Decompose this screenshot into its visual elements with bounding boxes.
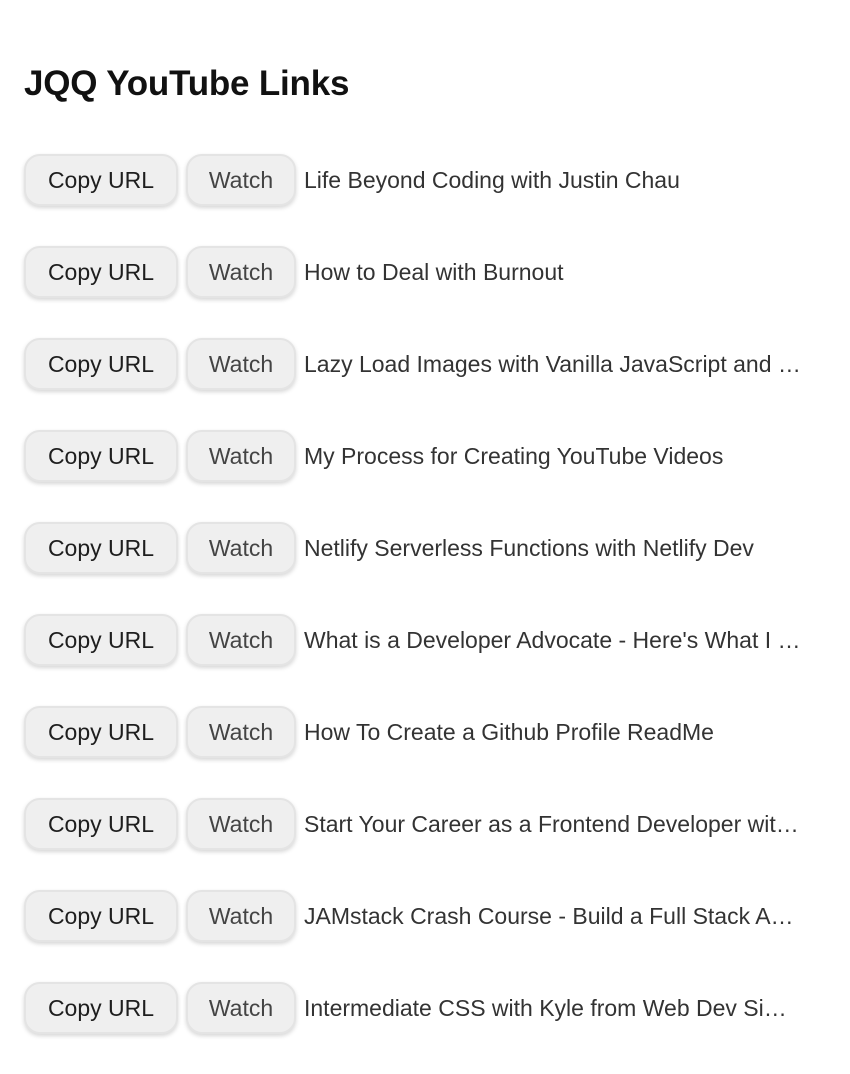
copy-url-button[interactable]: Copy URL	[24, 522, 178, 574]
video-title: How To Create a Github Profile ReadMe	[304, 719, 714, 745]
video-row: Copy URL Watch Life Beyond Coding with J…	[24, 154, 850, 246]
watch-button[interactable]: Watch	[186, 154, 296, 206]
page-title: JQQ YouTube Links	[24, 64, 350, 103]
video-title: Intermediate CSS with Kyle from Web Dev …	[304, 995, 787, 1021]
video-title: Netlify Serverless Functions with Netlif…	[304, 535, 754, 561]
video-title: Life Beyond Coding with Justin Chau	[304, 167, 680, 193]
watch-button[interactable]: Watch	[186, 430, 296, 482]
video-row: Copy URL Watch Start Your Career as a Fr…	[24, 798, 850, 890]
watch-button[interactable]: Watch	[186, 982, 296, 1034]
video-title: JAMstack Crash Course - Build a Full Sta…	[304, 903, 794, 929]
video-row: Copy URL Watch JAMstack Crash Course - B…	[24, 890, 850, 982]
copy-url-button[interactable]: Copy URL	[24, 982, 178, 1034]
copy-url-button[interactable]: Copy URL	[24, 614, 178, 666]
video-row: Copy URL Watch Lazy Load Images with Van…	[24, 338, 850, 430]
video-title: How to Deal with Burnout	[304, 259, 564, 285]
video-row: Copy URL Watch Netlify Serverless Functi…	[24, 522, 850, 614]
copy-url-button[interactable]: Copy URL	[24, 246, 178, 298]
watch-button[interactable]: Watch	[186, 706, 296, 758]
copy-url-button[interactable]: Copy URL	[24, 154, 178, 206]
copy-url-button[interactable]: Copy URL	[24, 706, 178, 758]
video-title: Start Your Career as a Frontend Develope…	[304, 811, 799, 837]
page: JQQ YouTube Links Copy URL Watch Life Be…	[0, 0, 850, 1070]
video-row: Copy URL Watch Intermediate CSS with Kyl…	[24, 982, 850, 1074]
video-row: Copy URL Watch What is a Developer Advoc…	[24, 614, 850, 706]
watch-button[interactable]: Watch	[186, 522, 296, 574]
video-title: Lazy Load Images with Vanilla JavaScript…	[304, 351, 801, 377]
watch-button[interactable]: Watch	[186, 798, 296, 850]
watch-button[interactable]: Watch	[186, 338, 296, 390]
watch-button[interactable]: Watch	[186, 246, 296, 298]
video-row: Copy URL Watch My Process for Creating Y…	[24, 430, 850, 522]
video-row: Copy URL Watch How to Deal with Burnout	[24, 246, 850, 338]
copy-url-button[interactable]: Copy URL	[24, 338, 178, 390]
copy-url-button[interactable]: Copy URL	[24, 890, 178, 942]
watch-button[interactable]: Watch	[186, 614, 296, 666]
watch-button[interactable]: Watch	[186, 890, 296, 942]
video-title: My Process for Creating YouTube Videos	[304, 443, 724, 469]
video-title: What is a Developer Advocate - Here's Wh…	[304, 627, 801, 653]
copy-url-button[interactable]: Copy URL	[24, 798, 178, 850]
video-row: Copy URL Watch How To Create a Github Pr…	[24, 706, 850, 798]
video-link-list: Copy URL Watch Life Beyond Coding with J…	[24, 154, 850, 1074]
copy-url-button[interactable]: Copy URL	[24, 430, 178, 482]
